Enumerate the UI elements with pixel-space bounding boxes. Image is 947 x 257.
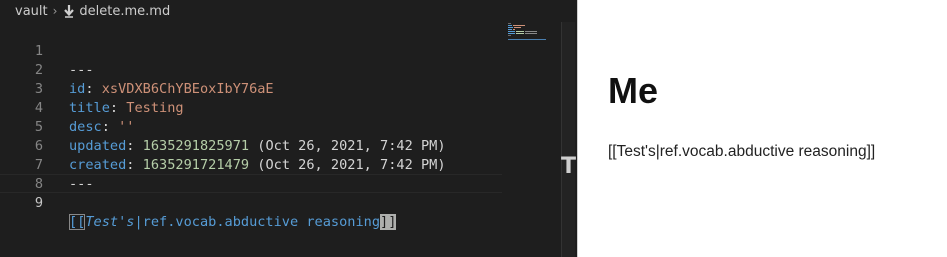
code-line[interactable]: 6 created: 1635291721479 (Oct 26, 2021, … xyxy=(0,118,502,173)
wiki-link-alias: Test's xyxy=(85,214,135,230)
wiki-link-pipe: | xyxy=(134,214,143,230)
vertical-scrollbar[interactable] xyxy=(561,22,575,257)
line-number: 9 xyxy=(34,195,43,211)
code-line[interactable]: 2 id: xsVDXB6ChYBEoxIbY76aE xyxy=(0,42,502,97)
scrollbar-marker: T xyxy=(561,154,577,179)
code-line[interactable]: 1 --- xyxy=(0,23,502,78)
breadcrumb-file[interactable]: delete.me.md xyxy=(79,4,170,19)
minimap[interactable] xyxy=(505,22,561,44)
preview-title: Me xyxy=(608,70,659,111)
wiki-link[interactable]: [[Test's|ref.vocab.abductive reasoning]] xyxy=(69,213,397,232)
code-line-current[interactable]: 9 [[Test's|ref.vocab.abductive reasoning… xyxy=(0,174,502,230)
markdown-preview-pane[interactable]: Me [[Test's|ref.vocab.abductive reasonin… xyxy=(577,0,947,257)
code-area[interactable]: 1 --- 2 id: xsVDXB6ChYBEoxIbY76aE 3 titl… xyxy=(0,23,502,257)
chevron-right-icon: › xyxy=(52,4,58,18)
preview-body-text: [[Test's|ref.vocab.abductive reasoning]] xyxy=(608,143,876,160)
code-line[interactable]: 4 desc: '' xyxy=(0,80,502,135)
bracket-match-close: ]] xyxy=(380,214,397,230)
code-line[interactable]: 5 updated: 1635291825971 (Oct 26, 2021, … xyxy=(0,99,502,154)
code-line[interactable]: 8 xyxy=(0,156,502,192)
wiki-link-target: ref.vocab.abductive reasoning xyxy=(142,214,381,230)
markdown-file-icon xyxy=(64,5,75,18)
breadcrumb-folder[interactable]: vault xyxy=(15,4,48,19)
editor-pane[interactable]: vault › delete.me.md 1 --- 2 id: xsVDXB6… xyxy=(0,0,577,257)
code-line[interactable]: 3 title: Testing xyxy=(0,61,502,116)
code-line[interactable]: 7 --- xyxy=(0,137,502,192)
bracket-match-open: [[ xyxy=(69,214,86,230)
breadcrumb: vault › delete.me.md xyxy=(0,0,575,22)
